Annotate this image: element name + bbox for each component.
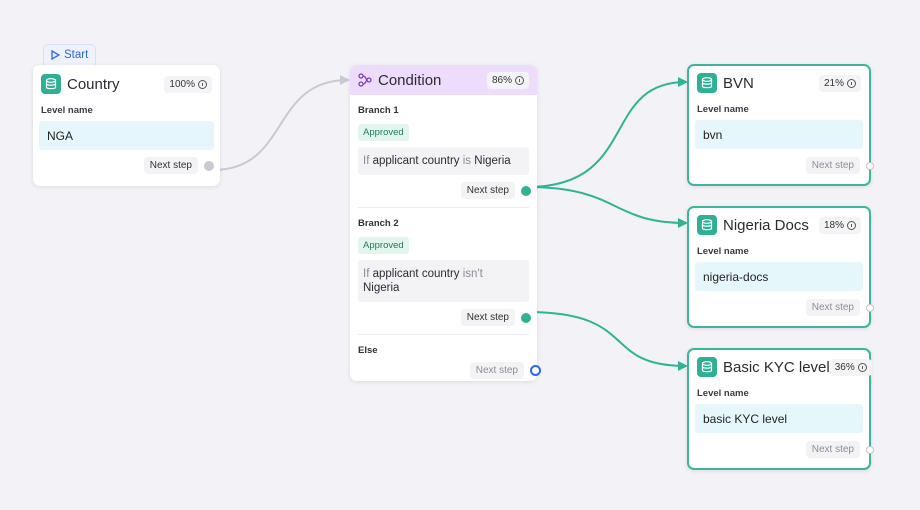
nigeria-docs-level-node[interactable]: Nigeria Docs 18% Level name nigeria-docs… (687, 206, 874, 328)
percent-badge: 100% (164, 75, 212, 93)
workflow-canvas[interactable]: Start Country 100% Level name NGA Next s… (0, 0, 920, 510)
percent-badge: 18% (818, 216, 861, 234)
condition-node[interactable]: Condition 86% Branch 1 Approved If appli… (350, 65, 541, 381)
percent-badge: 21% (818, 74, 861, 92)
percent-badge: 86% (486, 71, 529, 89)
info-icon (198, 79, 207, 89)
level-name-label: Level name (41, 105, 93, 116)
output-handle[interactable] (866, 303, 874, 312)
else-title: Else (358, 345, 378, 356)
branch1-rule[interactable]: If applicant country is Nigeria (358, 147, 529, 175)
start-tag: Start (43, 44, 97, 65)
start-label: Start (64, 49, 89, 61)
edge-country-to-condition (212, 75, 350, 171)
next-step-label: Next step (460, 309, 515, 326)
else-output-handle[interactable] (530, 365, 541, 376)
branch1-title: Branch 1 (358, 105, 399, 116)
level-name-label: Level name (697, 246, 749, 257)
node-title: Nigeria Docs (723, 216, 809, 234)
info-icon (847, 220, 856, 230)
node-title: Country (67, 75, 120, 93)
branch1-output-handle[interactable] (521, 185, 531, 196)
divider (358, 207, 529, 208)
edge-branch2-to-basic-kyc (526, 311, 688, 371)
branch-icon (358, 73, 372, 87)
output-handle[interactable] (866, 161, 874, 170)
output-handle[interactable] (866, 445, 874, 454)
info-icon (515, 75, 524, 85)
edge-branch1-to-bvn (526, 77, 688, 188)
percent-badge: 36% (829, 358, 872, 376)
info-icon (847, 78, 856, 88)
info-icon (857, 362, 867, 372)
next-step-label: Next step (469, 362, 524, 379)
divider (358, 334, 529, 335)
level-name-value[interactable]: nigeria-docs (695, 262, 863, 291)
level-name-label: Level name (697, 388, 749, 399)
branch2-output-handle[interactable] (521, 312, 531, 323)
next-step-label: Next step (805, 157, 860, 174)
basic-kyc-level-node[interactable]: Basic KYC level 36% Level name basic KYC… (687, 348, 874, 470)
approved-badge: Approved (358, 124, 409, 141)
approved-badge: Approved (358, 237, 409, 254)
next-step-label: Next step (805, 299, 860, 316)
bvn-level-node[interactable]: BVN 21% Level name bvn Next step (687, 64, 874, 186)
level-name-value[interactable]: basic KYC level (695, 404, 863, 433)
next-step-label: Next step (143, 157, 198, 174)
play-icon (51, 50, 60, 60)
database-icon (697, 215, 717, 235)
edge-branch1-to-nigeria-docs (526, 186, 688, 228)
node-title: BVN (723, 74, 754, 92)
next-step-label: Next step (805, 441, 860, 458)
branch2-rule[interactable]: If applicant country isn't Nigeria (358, 260, 529, 302)
node-title: Basic KYC level (723, 358, 830, 376)
level-name-value[interactable]: bvn (695, 120, 863, 149)
database-icon (41, 74, 61, 94)
next-step-label: Next step (460, 182, 515, 199)
node-title: Condition (378, 71, 442, 89)
database-icon (697, 73, 717, 93)
branch2-title: Branch 2 (358, 218, 399, 229)
level-name-label: Level name (697, 104, 749, 115)
output-handle[interactable] (204, 160, 214, 171)
level-name-value[interactable]: NGA (39, 121, 214, 150)
country-node[interactable]: Country 100% Level name NGA Next step (33, 65, 220, 186)
database-icon (697, 357, 717, 377)
